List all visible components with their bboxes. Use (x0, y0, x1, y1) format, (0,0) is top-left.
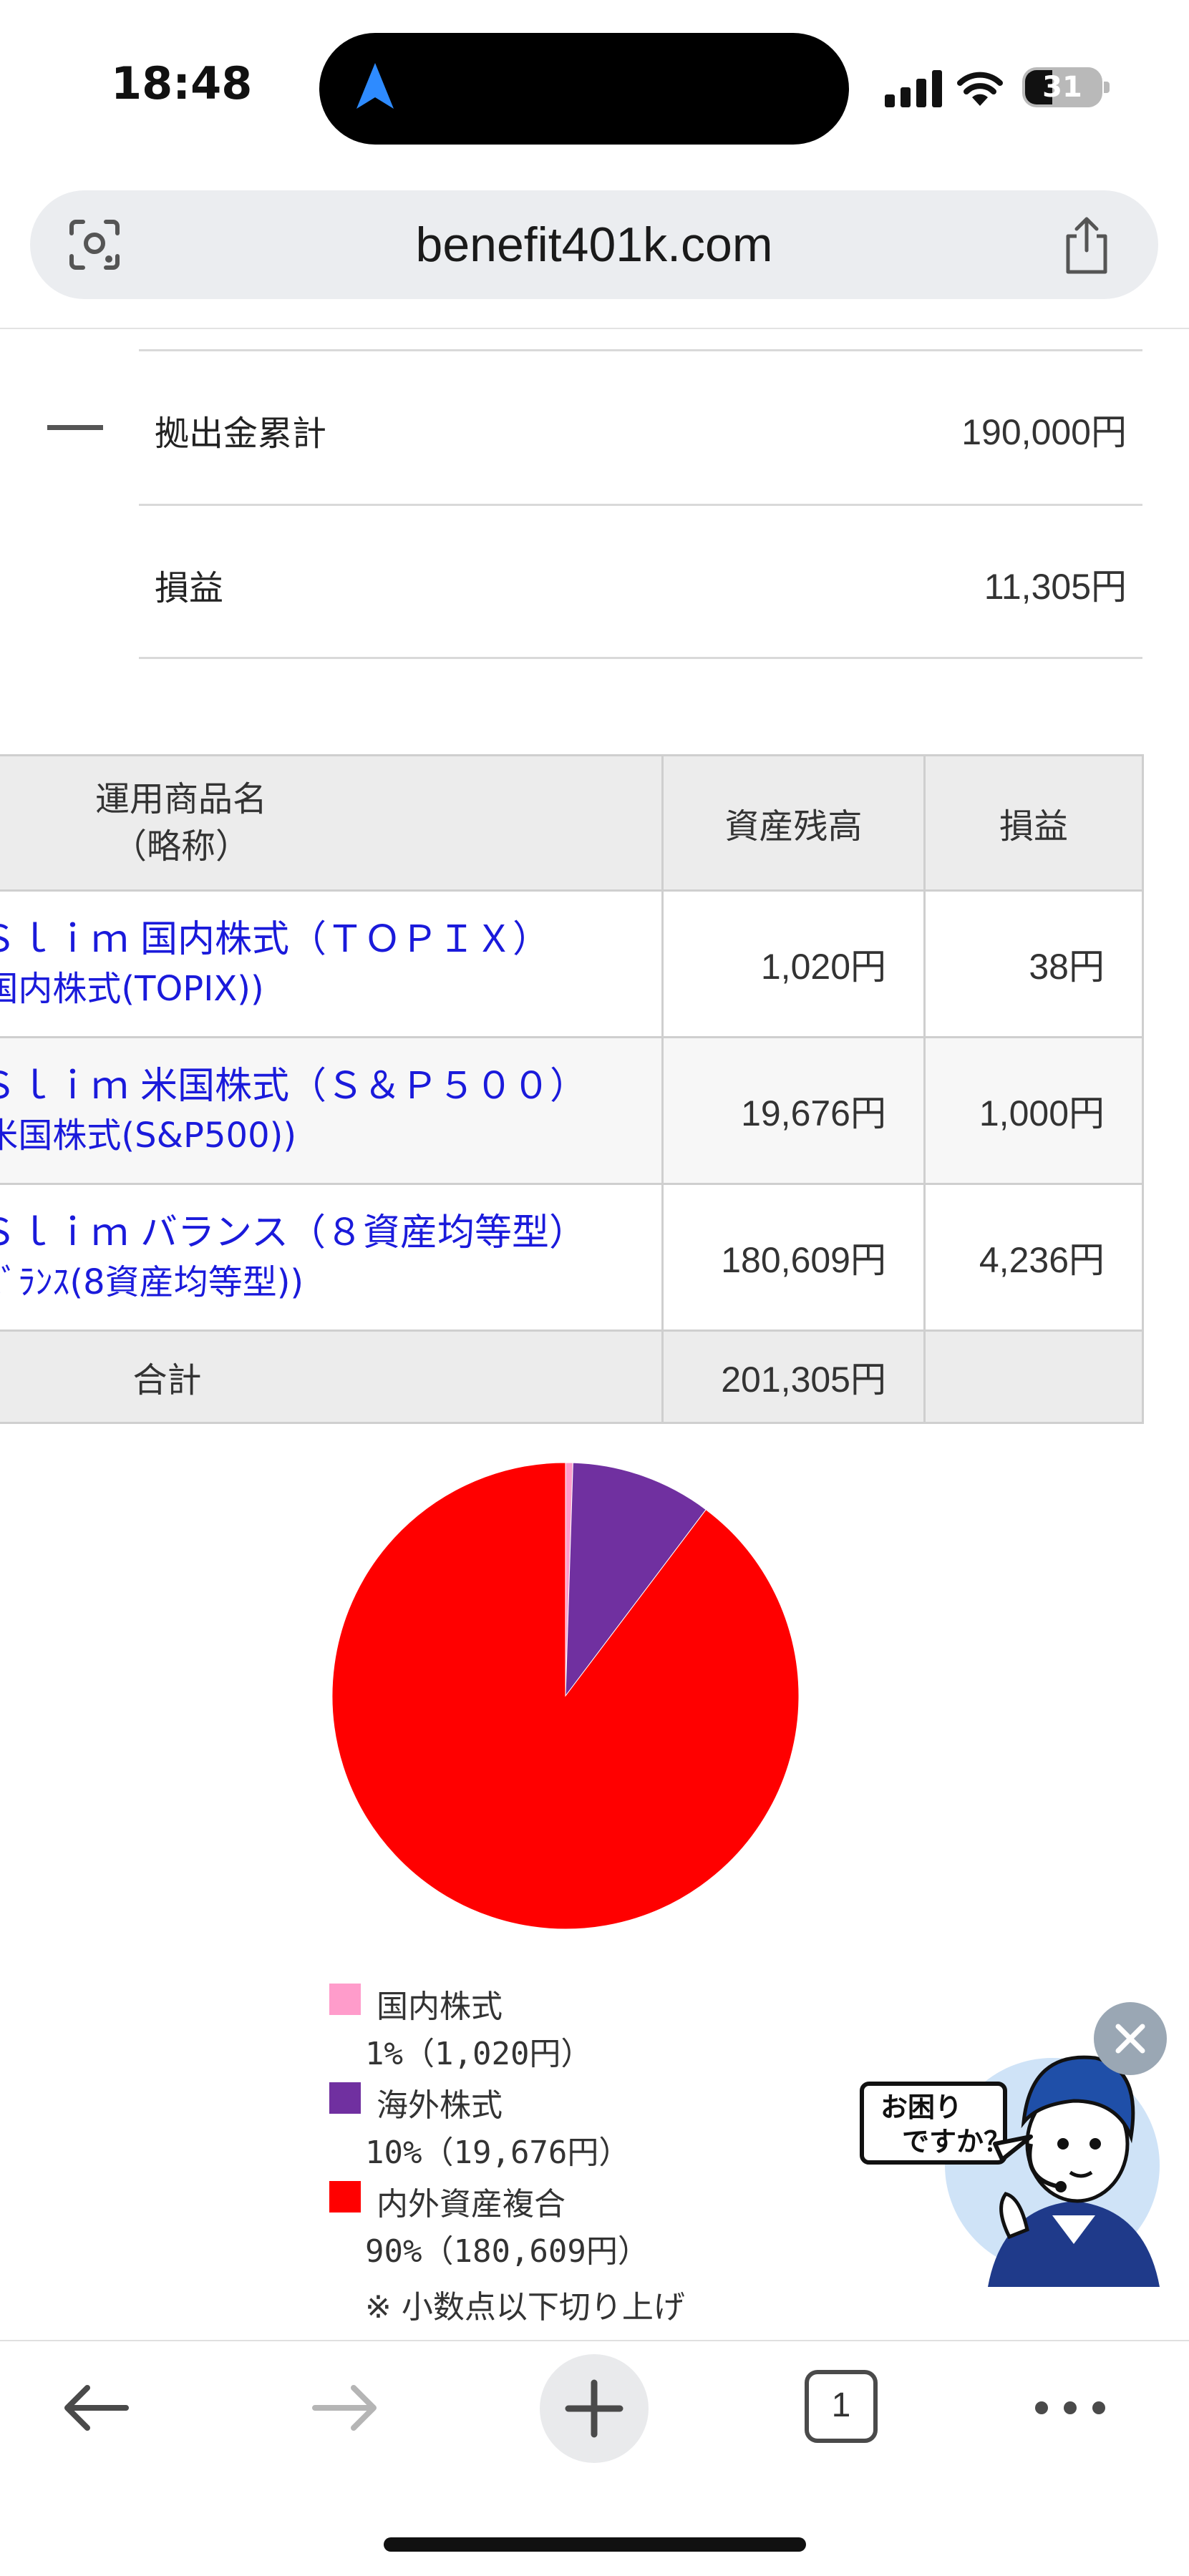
close-icon (1115, 2024, 1145, 2054)
tab-switcher-button[interactable]: 1 (805, 2370, 878, 2443)
header-profit-loss: 損益 (923, 754, 1144, 892)
location-arrow-icon (356, 63, 394, 109)
page-divider (0, 328, 1189, 329)
more-options-icon[interactable] (1031, 2390, 1110, 2426)
wifi-icon (957, 72, 1003, 106)
fund-name-cell: ｅＭＡＸＩＳ Ｓｌｉｍ 国内株式（ＴＯＰＩＸ） (eMAXIS Slim 国内株… (0, 889, 664, 1038)
toolbar-divider (0, 2340, 1189, 2341)
contribution-total-value: 190,000円 (961, 412, 1127, 452)
battery-level: 31 (1042, 71, 1082, 104)
balance-cell: 180,609円 (661, 1183, 926, 1332)
profit-loss-cell: 38円 (923, 889, 1144, 1038)
fund-short-name[interactable]: (eMAXIS Slim ﾊﾞﾗﾝｽ(8資産均等型)) (0, 1258, 661, 1307)
forward-arrow-icon[interactable] (309, 2383, 381, 2433)
legend-label-mixed-assets: 内外資産複合 (377, 2186, 566, 2223)
total-profit-loss-cell (923, 1330, 1144, 1424)
dynamic-island (319, 33, 849, 145)
new-tab-button[interactable] (540, 2354, 649, 2463)
legend-value-foreign-stocks: 10%（19,676円） (365, 2135, 631, 2171)
cellular-signal-icon (885, 70, 942, 107)
fund-short-name[interactable]: (eMAXIS Slim 国内株式(TOPIX)) (0, 965, 661, 1013)
rounding-note: ※ 小数点以下切り上げ (365, 2289, 685, 2326)
summary-divider (139, 504, 1142, 506)
holdings-table: 運用商品名 （略称） 資産残高 損益 ｅＭＡＸＩＳ Ｓｌｉｍ 国内株式（ＴＯＰＩ… (0, 754, 1144, 1424)
balance-cell: 19,676円 (661, 1036, 926, 1185)
table-row: ｅＭＡＸＩＳ Ｓｌｉｍ バランス（８資産均等型） (eMAXIS Slim ﾊﾞ… (0, 1183, 1144, 1332)
help-text-line2: ですか？ (902, 2126, 1011, 2157)
fund-name-cell: ｅＭＡＸＩＳ Ｓｌｉｍ 米国株式（Ｓ＆Ｐ５００） (eMAXIS Slim 米国… (0, 1036, 664, 1185)
url-text[interactable]: benefit401k.com (236, 215, 952, 275)
summary-divider (139, 657, 1142, 659)
header-fund-name: 運用商品名 （略称） (0, 754, 664, 892)
legend-value-domestic-stocks: 1%（1,020円） (365, 2036, 593, 2072)
lens-search-icon[interactable] (64, 215, 125, 275)
help-text-line1: お困り (880, 2092, 962, 2123)
legend-swatch-domestic-stocks (329, 1984, 361, 2015)
legend-value-mixed-assets: 90%（180,609円） (365, 2233, 649, 2270)
fund-name-link[interactable]: ｅＭＡＸＩＳ Ｓｌｉｍ 国内株式（ＴＯＰＩＸ） (0, 914, 661, 965)
fund-short-name[interactable]: (eMAXIS Slim 米国株式(S&P500)) (0, 1111, 661, 1160)
help-close-button[interactable] (1094, 2002, 1167, 2075)
fund-name-link[interactable]: ｅＭＡＸＩＳ Ｓｌｉｍ バランス（８資産均等型） (0, 1208, 661, 1258)
fund-name-cell: ｅＭＡＸＩＳ Ｓｌｉｍ バランス（８資産均等型） (eMAXIS Slim ﾊﾞ… (0, 1183, 664, 1332)
fund-name-link[interactable]: ｅＭＡＸＩＳ Ｓｌｉｍ 米国株式（Ｓ＆Ｐ５００） (0, 1061, 661, 1111)
profit-loss-label: 損益 (155, 568, 224, 608)
plus-icon (565, 2379, 623, 2438)
pie-slice-2 (331, 1462, 800, 1930)
contribution-total-label: 拠出金累計 (155, 414, 327, 454)
profit-loss-value: 11,305円 (984, 567, 1127, 607)
balance-cell: 1,020円 (661, 889, 926, 1038)
battery-nub (1104, 82, 1110, 93)
total-label: 合計 (132, 1360, 202, 1400)
legend-label-domestic-stocks: 国内株式 (377, 1989, 503, 2025)
summary-divider (139, 349, 1142, 351)
back-arrow-icon[interactable] (60, 2383, 132, 2433)
total-label-cell: 合計 (0, 1330, 664, 1424)
table-row: ｅＭＡＸＩＳ Ｓｌｉｍ 国内株式（ＴＯＰＩＸ） (eMAXIS Slim 国内株… (0, 889, 1144, 1038)
profit-loss-cell: 4,236円 (923, 1183, 1144, 1332)
table-row: ｅＭＡＸＩＳ Ｓｌｉｍ 米国株式（Ｓ＆Ｐ５００） (eMAXIS Slim 米国… (0, 1036, 1144, 1185)
total-balance-cell: 201,305円 (661, 1330, 926, 1424)
home-indicator (384, 2537, 806, 2552)
header-balance: 資産残高 (661, 754, 926, 892)
status-time: 18:48 (111, 57, 253, 109)
profit-loss-cell: 1,000円 (923, 1036, 1144, 1185)
table-header-row: 運用商品名 （略称） 資産残高 損益 (0, 754, 1144, 892)
total-row: 合計 201,305円 (0, 1330, 1144, 1424)
share-icon[interactable] (1058, 215, 1115, 276)
legend-swatch-mixed-assets (329, 2181, 361, 2212)
legend-label-foreign-stocks: 海外株式 (377, 2087, 503, 2124)
collapse-minus-icon[interactable] (47, 425, 103, 430)
battery-indicator: 31 (1022, 67, 1102, 107)
header-name-line2: （略称） (112, 826, 250, 867)
legend-swatch-foreign-stocks (329, 2082, 361, 2114)
allocation-pie-chart (331, 1462, 800, 1930)
header-name-line1: 運用商品名 (94, 779, 267, 819)
